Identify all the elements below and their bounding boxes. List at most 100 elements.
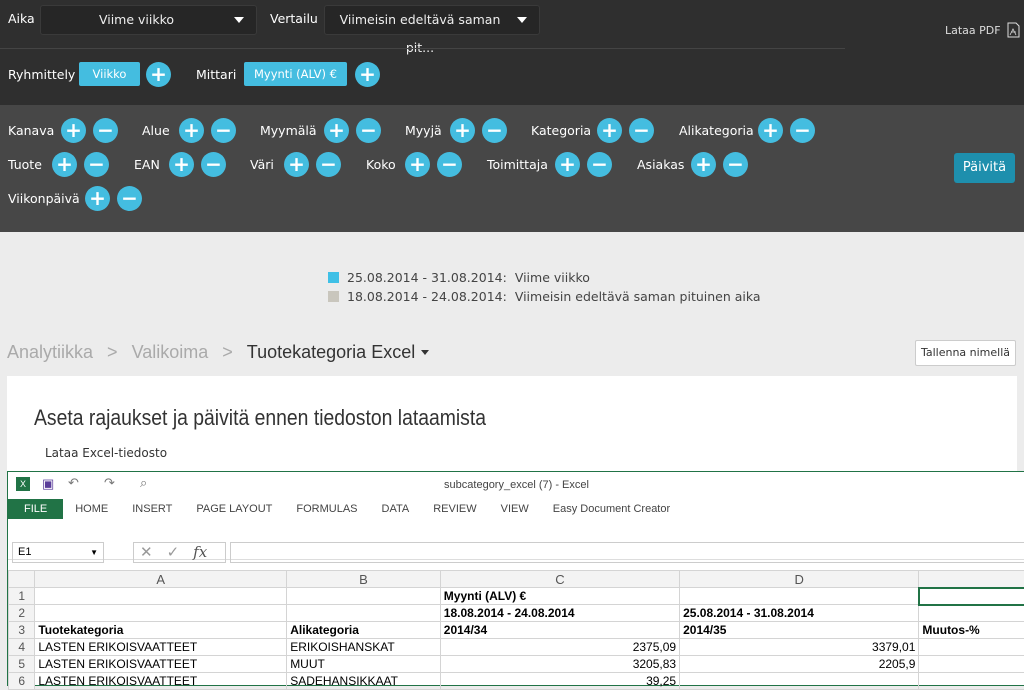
- exclude-asiakas-minus-icon[interactable]: −: [723, 152, 748, 177]
- chevron-down-icon[interactable]: [421, 350, 429, 355]
- include-koko-plus-icon[interactable]: +: [405, 152, 430, 177]
- ribbon-tab[interactable]: REVIEW: [421, 503, 488, 515]
- mittari-label: Mittari: [196, 67, 236, 82]
- row-header[interactable]: 5: [9, 656, 35, 673]
- cell[interactable]: LASTEN ERIKOISVAATTEET: [35, 656, 287, 673]
- legend-item: 18.08.2014 - 24.08.2014:Viimeisin edeltä…: [328, 289, 761, 304]
- cell[interactable]: [287, 588, 441, 605]
- row-header[interactable]: 2: [9, 605, 35, 622]
- cell[interactable]: [919, 656, 1024, 673]
- cell[interactable]: 2205,9: [680, 656, 919, 673]
- include-kanava-plus-icon[interactable]: +: [61, 118, 86, 143]
- exclude-myymälä-minus-icon[interactable]: −: [356, 118, 381, 143]
- exclude-koko-minus-icon[interactable]: −: [437, 152, 462, 177]
- cell[interactable]: [287, 605, 441, 622]
- exclude-alikategoria-minus-icon[interactable]: −: [790, 118, 815, 143]
- mittari-tag[interactable]: Myynti (ALV) €: [244, 62, 347, 86]
- include-asiakas-plus-icon[interactable]: +: [691, 152, 716, 177]
- exclude-kategoria-minus-icon[interactable]: −: [629, 118, 654, 143]
- download-excel-link[interactable]: Lataa Excel-tiedosto: [45, 446, 167, 460]
- ribbon-tab[interactable]: DATA: [370, 503, 422, 515]
- column-header[interactable]: A: [35, 571, 287, 588]
- include-viikonpäivä-plus-icon[interactable]: +: [85, 186, 110, 211]
- include-kategoria-plus-icon[interactable]: +: [597, 118, 622, 143]
- cell[interactable]: [680, 588, 919, 605]
- exclude-viikonpäivä-minus-icon[interactable]: −: [117, 186, 142, 211]
- update-button[interactable]: Päivitä: [954, 153, 1015, 183]
- ribbon-tab[interactable]: Easy Document Creator: [541, 503, 682, 515]
- breadcrumb-valikoima[interactable]: Valikoima: [132, 342, 209, 363]
- cell[interactable]: 39,25: [440, 673, 679, 690]
- add-ryhmittely-plus-icon[interactable]: +: [146, 62, 171, 87]
- cell[interactable]: 2014/34: [440, 622, 679, 639]
- function-icon[interactable]: fx: [193, 543, 207, 562]
- include-myyjä-plus-icon[interactable]: +: [450, 118, 475, 143]
- cell[interactable]: 2014/35: [680, 622, 919, 639]
- row-header[interactable]: 6: [9, 673, 35, 690]
- name-box[interactable]: E1▼: [12, 542, 104, 563]
- cell[interactable]: LASTEN ERIKOISVAATTEET: [35, 673, 287, 690]
- cell[interactable]: ERIKOISHANSKAT: [287, 639, 441, 656]
- cell[interactable]: [919, 605, 1024, 622]
- cell[interactable]: 18.08.2014 - 24.08.2014: [440, 605, 679, 622]
- vertailu-select[interactable]: Viimeisin edeltävä saman pit...: [324, 5, 540, 35]
- cell[interactable]: Muutos-%: [919, 622, 1024, 639]
- pdf-button[interactable]: Lataa PDF: [945, 22, 1020, 38]
- save-as-button[interactable]: Tallenna nimellä: [915, 340, 1016, 366]
- cell[interactable]: MUUT: [287, 656, 441, 673]
- cell[interactable]: [919, 588, 1024, 605]
- cell[interactable]: [35, 588, 287, 605]
- ryhmittely-viikko-tag[interactable]: Viikko: [79, 62, 140, 86]
- column-header[interactable]: C: [440, 571, 679, 588]
- cell[interactable]: [919, 673, 1024, 690]
- filter-label-viikonpäivä: Viikonpäivä: [8, 191, 80, 206]
- exclude-alue-minus-icon[interactable]: −: [211, 118, 236, 143]
- column-header[interactable]: B: [287, 571, 441, 588]
- ribbon-tab[interactable]: INSERT: [120, 503, 184, 515]
- enter-icon[interactable]: ✓: [167, 543, 180, 562]
- filter-label-kategoria: Kategoria: [531, 123, 591, 138]
- ribbon-tab[interactable]: VIEW: [489, 503, 541, 515]
- cell[interactable]: [680, 673, 919, 690]
- row-header[interactable]: 1: [9, 588, 35, 605]
- exclude-ean-minus-icon[interactable]: −: [201, 152, 226, 177]
- cell[interactable]: LASTEN ERIKOISVAATTEET: [35, 639, 287, 656]
- include-myymälä-plus-icon[interactable]: +: [324, 118, 349, 143]
- include-ean-plus-icon[interactable]: +: [169, 152, 194, 177]
- breadcrumb-current[interactable]: Tuotekategoria Excel: [247, 342, 415, 363]
- ribbon-tab[interactable]: FORMULAS: [284, 503, 369, 515]
- cell[interactable]: 2375,09: [440, 639, 679, 656]
- exclude-toimittaja-minus-icon[interactable]: −: [587, 152, 612, 177]
- cell[interactable]: 25.08.2014 - 31.08.2014: [680, 605, 919, 622]
- exclude-myyjä-minus-icon[interactable]: −: [482, 118, 507, 143]
- cell[interactable]: Myynti (ALV) €: [440, 588, 679, 605]
- ribbon-tab[interactable]: HOME: [63, 503, 120, 515]
- aika-value: Viime viikko: [99, 12, 174, 27]
- aika-select[interactable]: Viime viikko: [40, 5, 257, 35]
- cell[interactable]: [919, 639, 1024, 656]
- ribbon-tab[interactable]: FILE: [8, 499, 63, 519]
- include-toimittaja-plus-icon[interactable]: +: [555, 152, 580, 177]
- row-header[interactable]: 3: [9, 622, 35, 639]
- formula-input[interactable]: [230, 542, 1024, 563]
- exclude-tuote-minus-icon[interactable]: −: [84, 152, 109, 177]
- cancel-icon[interactable]: ✕: [140, 543, 153, 562]
- include-alikategoria-plus-icon[interactable]: +: [758, 118, 783, 143]
- add-mittari-plus-icon[interactable]: +: [355, 62, 380, 87]
- column-header[interactable]: [919, 571, 1024, 588]
- cell[interactable]: Alikategoria: [287, 622, 441, 639]
- cell[interactable]: 3205,83: [440, 656, 679, 673]
- include-väri-plus-icon[interactable]: +: [284, 152, 309, 177]
- include-alue-plus-icon[interactable]: +: [179, 118, 204, 143]
- include-tuote-plus-icon[interactable]: +: [52, 152, 77, 177]
- breadcrumb-analytiikka[interactable]: Analytiikka: [7, 342, 93, 363]
- ribbon-tab[interactable]: PAGE LAYOUT: [184, 503, 284, 515]
- exclude-kanava-minus-icon[interactable]: −: [93, 118, 118, 143]
- cell[interactable]: Tuotekategoria: [35, 622, 287, 639]
- cell[interactable]: SADEHANSIKKAAT: [287, 673, 441, 690]
- row-header[interactable]: 4: [9, 639, 35, 656]
- column-header[interactable]: D: [680, 571, 919, 588]
- exclude-väri-minus-icon[interactable]: −: [316, 152, 341, 177]
- cell[interactable]: [35, 605, 287, 622]
- cell[interactable]: 3379,01: [680, 639, 919, 656]
